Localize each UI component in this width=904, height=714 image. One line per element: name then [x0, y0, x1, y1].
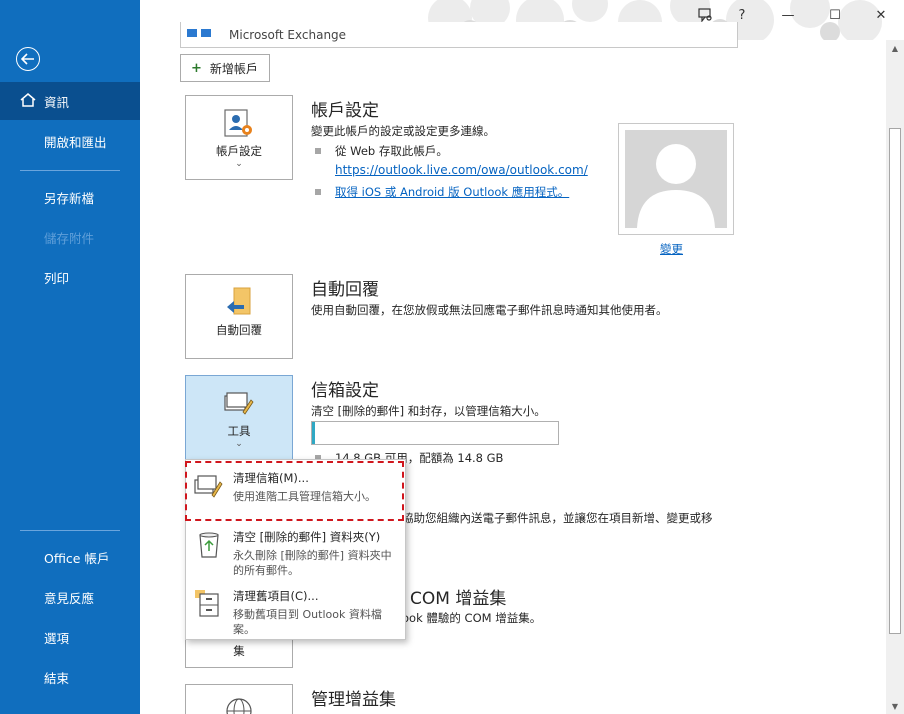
- nav-item-save-as[interactable]: 另存新檔: [0, 178, 140, 216]
- chevron-down-icon: ⌄: [235, 439, 243, 449]
- home-icon: [20, 92, 36, 110]
- account-settings-icon: [223, 108, 255, 141]
- tools-icon: [223, 390, 255, 421]
- scroll-up-icon[interactable]: ▲: [886, 40, 904, 56]
- nav-item-label: 列印: [44, 270, 70, 286]
- back-arrow-icon[interactable]: [16, 47, 40, 71]
- nav-item-options[interactable]: 選項: [0, 618, 140, 656]
- nav-item-exit[interactable]: 結束: [0, 658, 140, 696]
- scroll-thumb[interactable]: [889, 128, 901, 634]
- nav-divider: [20, 530, 120, 531]
- add-account-label: 新增帳戶: [209, 61, 258, 76]
- nav-item-label: 資訊: [44, 94, 70, 110]
- menu-item-archive[interactable]: 清理舊項目(C)... 移動舊項目到 Outlook 資料檔案。: [186, 580, 405, 638]
- quota-fill: [312, 422, 315, 444]
- nav-item-info[interactable]: 資訊: [0, 82, 140, 120]
- nav-item-label: 意見反應: [44, 590, 95, 606]
- mailbox-settings-title: 信箱設定: [311, 381, 379, 401]
- mailbox-quota-bar: [311, 421, 559, 445]
- mailbox-cleanup-icon: [194, 470, 224, 500]
- tile-label: 自動回覆: [216, 323, 262, 337]
- account-type-label: Microsoft Exchange: [229, 28, 347, 42]
- manage-addins-tile[interactable]: [185, 684, 293, 714]
- menu-item-desc: 永久刪除 [刪除的郵件] 資料夾中的所有郵件。: [233, 549, 392, 577]
- com-addins-desc: ook 體驗的 COM 增益集。: [402, 611, 542, 625]
- menu-item-empty-deleted[interactable]: 清空 [刪除的郵件] 資料夾(Y) 永久刪除 [刪除的郵件] 資料夾中的所有郵件…: [186, 521, 405, 579]
- menu-item-title: 清理舊項目(C)...: [233, 589, 319, 603]
- recycle-bin-icon: [194, 529, 224, 559]
- nav-item-save-attachments: 儲存附件: [0, 218, 140, 256]
- add-account-button[interactable]: + 新增帳戶: [180, 54, 270, 82]
- auto-reply-icon: [224, 287, 254, 320]
- tile-label: 集: [233, 644, 245, 658]
- menu-item-desc: 移動舊項目到 Outlook 資料檔案。: [233, 608, 382, 636]
- archive-cabinet-icon: [194, 588, 224, 618]
- nav-item-label: 結束: [44, 670, 70, 686]
- rules-desc: 協助您組織內送電子郵件訊息，並讓您在項目新增、變更或移: [402, 511, 713, 525]
- account-settings-tile[interactable]: 帳戶設定 ⌄: [185, 95, 293, 180]
- com-addins-title: COM 增益集: [410, 589, 507, 609]
- profile-photo: [618, 123, 734, 235]
- tools-dropdown-menu: 清理信箱(M)... 使用進階工具管理信箱大小。 清空 [刪除的郵件] 資料夾(…: [185, 459, 406, 640]
- nav-item-label: 儲存附件: [44, 230, 95, 246]
- nav-item-label: 另存新檔: [44, 190, 95, 206]
- tile-label: 帳戶設定: [216, 144, 262, 158]
- nav-item-label: Office 帳戶: [44, 550, 110, 566]
- menu-item-desc: 使用進階工具管理信箱大小。: [233, 490, 376, 503]
- nav-divider: [20, 170, 120, 171]
- get-mobile-app-link[interactable]: 取得 iOS 或 Android 版 Outlook 應用程式。: [335, 184, 569, 200]
- web-access-text: 從 Web 存取此帳戶。: [335, 144, 448, 158]
- vertical-scrollbar[interactable]: ▲ ▼: [886, 40, 904, 714]
- menu-item-title: 清理信箱(M)...: [233, 471, 309, 485]
- bullet-icon: [315, 189, 321, 195]
- manage-addins-title: 管理增益集: [311, 690, 396, 710]
- account-settings-desc: 變更此帳戶的設定或設定更多連線。: [311, 124, 495, 138]
- menu-item-title: 清空 [刪除的郵件] 資料夾(Y): [233, 530, 381, 544]
- bullet-icon: [315, 148, 321, 154]
- plus-icon: +: [191, 60, 202, 76]
- owa-link[interactable]: https://outlook.live.com/owa/outlook.com…: [335, 163, 588, 177]
- nav-item-office-account[interactable]: Office 帳戶: [0, 538, 140, 576]
- backstage-sidebar: 資訊 開啟和匯出 另存新檔 儲存附件 列印 Office 帳戶 意見反應 選項 …: [0, 0, 140, 714]
- globe-icon: [225, 697, 253, 714]
- avatar: [625, 130, 727, 228]
- change-photo-link[interactable]: 變更: [660, 241, 683, 257]
- auto-reply-title: 自動回覆: [311, 280, 379, 300]
- exchange-icon: [187, 28, 217, 38]
- tile-label: 工具: [227, 424, 251, 438]
- account-selector[interactable]: Microsoft Exchange: [180, 22, 738, 48]
- mailbox-settings-desc: 清空 [刪除的郵件] 和封存，以管理信箱大小。: [311, 404, 546, 418]
- nav-item-print[interactable]: 列印: [0, 258, 140, 296]
- chevron-down-icon: ⌄: [235, 159, 243, 169]
- nav-item-open-export[interactable]: 開啟和匯出: [0, 122, 140, 160]
- nav-item-label: 開啟和匯出: [44, 134, 107, 150]
- auto-reply-tile[interactable]: 自動回覆: [185, 274, 293, 359]
- scroll-down-icon[interactable]: ▼: [886, 698, 904, 714]
- tools-tile[interactable]: 工具 ⌄: [185, 375, 293, 460]
- account-settings-title: 帳戶設定: [311, 101, 379, 121]
- nav-item-feedback[interactable]: 意見反應: [0, 578, 140, 616]
- nav-item-label: 選項: [44, 630, 70, 646]
- auto-reply-desc: 使用自動回覆，在您放假或無法回應電子郵件訊息時通知其他使用者。: [311, 303, 668, 317]
- menu-item-mailbox-cleanup[interactable]: 清理信箱(M)... 使用進階工具管理信箱大小。: [186, 462, 405, 520]
